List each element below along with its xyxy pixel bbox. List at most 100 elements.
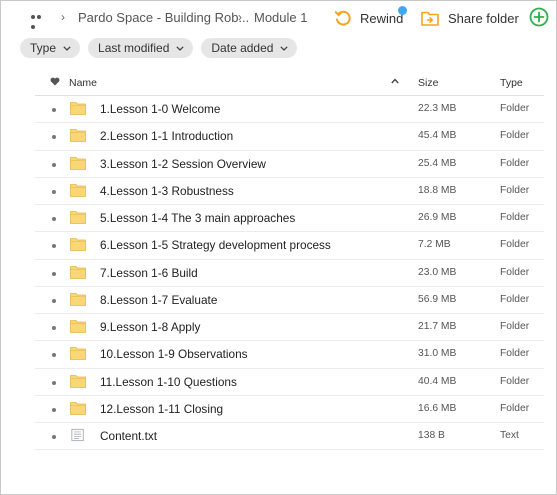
folder-icon <box>70 347 86 361</box>
folder-icon <box>70 156 86 170</box>
rewind-button[interactable]: Rewind <box>334 7 403 29</box>
folder-icon <box>70 129 86 143</box>
file-name: 12.Lesson 1-11 Closing <box>100 401 224 416</box>
table-row[interactable]: 4.Lesson 1-3 Robustness 18.8 MB Folder <box>35 178 544 205</box>
folder-icon <box>70 238 86 252</box>
row-bullet <box>52 298 56 303</box>
file-type: Folder <box>500 402 530 414</box>
row-bullet <box>52 435 56 439</box>
file-size: 21.7 MB <box>418 321 457 332</box>
table-row[interactable]: 6.Lesson 1-5 Strategy development proces… <box>35 232 544 260</box>
file-size: 31.0 MB <box>418 348 457 360</box>
file-type: Folder <box>500 293 530 305</box>
file-type: Folder <box>500 239 530 251</box>
file-type: Folder <box>500 348 530 360</box>
file-table: Name Size Type 1.Lesson 1-0 Welcome 22.3… <box>35 69 544 451</box>
file-type: Folder <box>500 130 530 142</box>
breadcrumb-item-parent[interactable]: Pardo Space - Building Rob... <box>78 10 249 25</box>
row-bullet <box>52 380 56 385</box>
file-name: 9.Lesson 1-8 Apply <box>100 320 201 334</box>
file-name: 6.Lesson 1-5 Strategy development proces… <box>100 238 331 253</box>
filter-last-modified[interactable]: Last modified <box>88 38 194 58</box>
table-row[interactable]: Content.txt 138 B Text <box>35 423 544 451</box>
filter-date-added[interactable]: Date added <box>201 38 298 58</box>
chevron-right-icon: › <box>238 10 242 24</box>
share-folder-button[interactable]: Share folder <box>421 7 519 29</box>
file-type: Folder <box>500 212 530 223</box>
file-size: 138 B <box>418 430 445 441</box>
file-size: 26.9 MB <box>418 212 457 223</box>
table-row[interactable]: 9.Lesson 1-8 Apply 21.7 MB Folder <box>35 314 544 342</box>
filter-last-modified-label: Last modified <box>98 41 170 55</box>
table-row[interactable]: 7.Lesson 1-6 Build 23.0 MB Folder <box>35 260 544 287</box>
file-name: 10.Lesson 1-9 Observations <box>100 347 248 362</box>
notification-badge <box>398 6 407 15</box>
file-name: 8.Lesson 1-7 Evaluate <box>100 292 218 307</box>
sort-ascending-icon[interactable] <box>391 78 399 84</box>
row-bullet <box>52 135 56 140</box>
file-type: Text <box>500 430 519 441</box>
table-row[interactable]: 12.Lesson 1-11 Closing 16.6 MB Folder <box>35 396 544 423</box>
file-type: Folder <box>500 103 530 114</box>
file-size: 56.9 MB <box>418 293 457 305</box>
file-name: Content.txt <box>100 429 158 443</box>
table-body: 1.Lesson 1-0 Welcome 22.3 MB Folder 2.Le… <box>35 96 544 451</box>
row-bullet <box>52 271 56 276</box>
row-bullet <box>52 407 56 412</box>
table-row[interactable]: 1.Lesson 1-0 Welcome 22.3 MB Folder <box>35 96 544 124</box>
folder-icon <box>70 183 86 197</box>
row-bullet <box>52 189 56 194</box>
filter-type[interactable]: Type <box>20 38 81 58</box>
top-bar: › Pardo Space - Building Rob... › Module… <box>1 1 556 35</box>
file-type: Folder <box>500 184 530 196</box>
rewind-icon <box>334 10 351 26</box>
column-header-name[interactable]: Name <box>69 77 97 89</box>
table-row[interactable]: 11.Lesson 1-10 Questions 40.4 MB Folder <box>35 369 544 396</box>
table-row[interactable]: 5.Lesson 1-4 The 3 main approaches 26.9 … <box>35 205 544 233</box>
chevron-down-icon <box>63 45 71 51</box>
share-folder-label: Share folder <box>448 10 519 26</box>
chevron-down-icon <box>176 45 185 51</box>
column-header-type[interactable]: Type <box>500 77 523 89</box>
table-row[interactable]: 3.Lesson 1-2 Session Overview 25.4 MB Fo… <box>35 151 544 178</box>
add-icon[interactable] <box>529 7 549 27</box>
table-row[interactable]: 2.Lesson 1-1 Introduction 45.4 MB Folder <box>35 123 544 151</box>
heart-icon[interactable] <box>50 77 60 86</box>
file-size: 40.4 MB <box>418 375 457 387</box>
file-size: 22.3 MB <box>418 103 457 114</box>
file-name: 3.Lesson 1-2 Session Overview <box>100 156 266 171</box>
file-size: 45.4 MB <box>418 130 457 142</box>
file-size: 18.8 MB <box>418 184 457 196</box>
file-type: Folder <box>500 266 530 278</box>
more-options-icon[interactable] <box>31 12 47 29</box>
filter-type-label: Type <box>30 41 57 55</box>
folder-icon <box>70 265 86 279</box>
rewind-label: Rewind <box>360 10 404 26</box>
file-size: 25.4 MB <box>418 157 457 169</box>
row-bullet <box>52 217 56 221</box>
folder-icon <box>70 401 86 415</box>
table-header: Name Size Type <box>35 69 544 96</box>
file-name: 7.Lesson 1-6 Build <box>100 265 198 280</box>
table-row[interactable]: 10.Lesson 1-9 Observations 31.0 MB Folde… <box>35 341 544 369</box>
folder-icon <box>70 102 86 115</box>
file-name: 5.Lesson 1-4 The 3 main approaches <box>100 211 296 225</box>
chevron-right-icon: › <box>61 10 65 24</box>
file-name: 2.Lesson 1-1 Introduction <box>100 129 234 144</box>
row-bullet <box>52 353 56 358</box>
folder-icon <box>70 320 86 333</box>
column-header-size[interactable]: Size <box>418 77 438 89</box>
folder-icon <box>70 211 86 224</box>
file-size: 16.6 MB <box>418 402 457 414</box>
file-name: 1.Lesson 1-0 Welcome <box>100 102 221 116</box>
filter-date-added-label: Date added <box>211 41 274 55</box>
file-browser-window: › Pardo Space - Building Rob... › Module… <box>0 0 557 495</box>
file-size: 7.2 MB <box>418 239 451 251</box>
share-folder-icon <box>421 11 439 26</box>
file-name: 4.Lesson 1-3 Robustness <box>100 183 234 198</box>
file-name: 11.Lesson 1-10 Questions <box>100 374 237 389</box>
file-type: Folder <box>500 375 530 387</box>
chevron-down-icon <box>280 45 289 51</box>
table-row[interactable]: 8.Lesson 1-7 Evaluate 56.9 MB Folder <box>35 287 544 314</box>
breadcrumb-item-current[interactable]: Module 1 <box>254 10 307 25</box>
